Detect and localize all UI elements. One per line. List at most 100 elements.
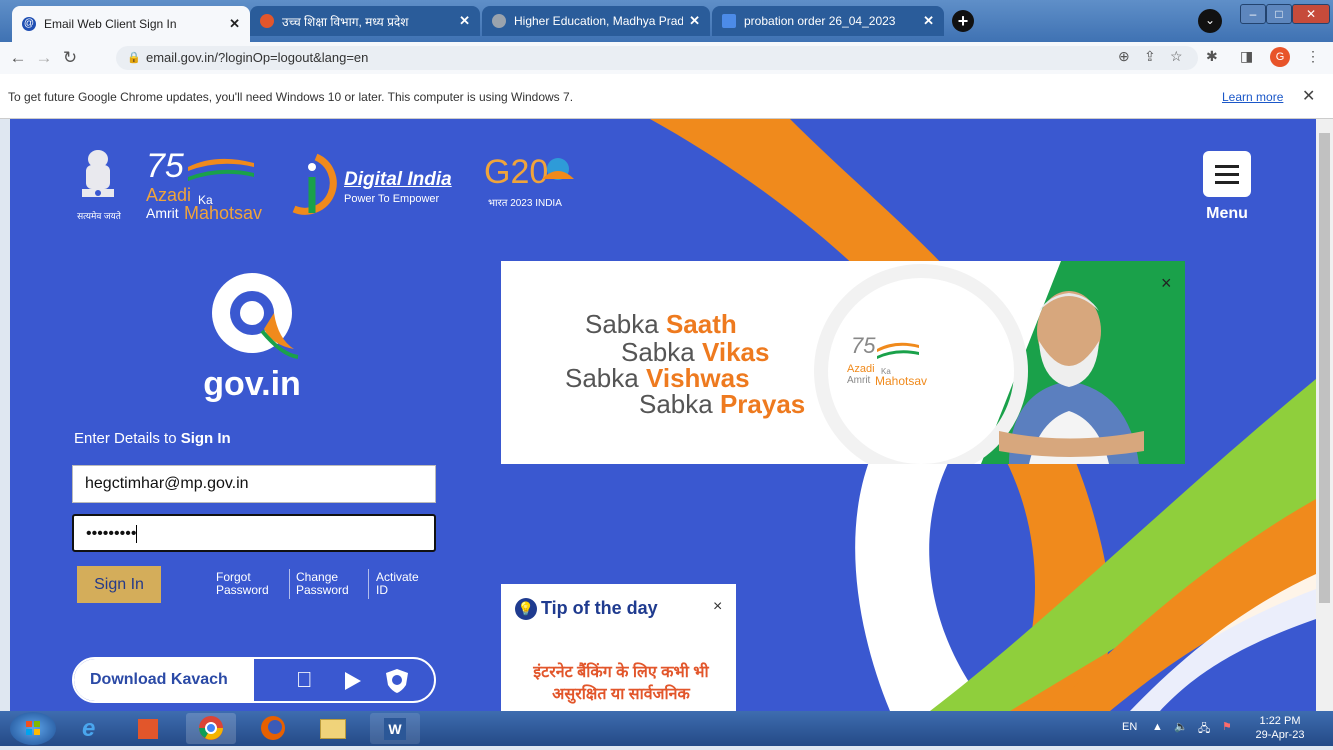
download-kavach-label[interactable]: Download Kavach <box>74 659 254 701</box>
language-indicator[interactable]: EN <box>1122 721 1137 733</box>
mahotsav-text: Mahotsav <box>875 374 928 388</box>
tab-email-web-client[interactable]: @ Email Web Client Sign In ✕ <box>12 6 250 42</box>
close-window-button[interactable]: ✕ <box>1292 4 1330 24</box>
kavach-shield-icon[interactable] <box>384 667 410 695</box>
zoom-icon[interactable]: ⊕ <box>1118 48 1130 65</box>
globe-icon <box>492 14 506 28</box>
close-tab-icon[interactable]: ✕ <box>229 16 240 32</box>
profile-avatar[interactable]: G <box>1270 47 1290 67</box>
word-taskbar-button[interactable]: W <box>370 713 420 744</box>
at-sign-icon: @ <box>22 17 36 31</box>
activate-id-link[interactable]: Activate ID <box>376 571 419 597</box>
page-scrollbar[interactable] <box>1316 119 1333 711</box>
banner-azadi-logo: 75 Azadi Ka Amrit Mahotsav <box>847 333 957 395</box>
apple-icon[interactable]:  <box>296 667 313 693</box>
amrit-text: Amrit <box>146 205 179 221</box>
close-tab-icon[interactable]: ✕ <box>689 13 700 29</box>
bookmark-star-icon[interactable]: ☆ <box>1170 48 1183 65</box>
firefox-taskbar-button[interactable] <box>248 713 298 744</box>
sign-in-heading: Enter Details to Sign In <box>74 430 231 447</box>
chrome-update-infobar: To get future Google Chrome updates, you… <box>0 74 1333 119</box>
digital-india-swirl-icon <box>292 153 337 215</box>
slogan-line-1: Sabka Saath <box>585 309 737 340</box>
menu-button[interactable] <box>1203 151 1251 197</box>
tab-probation-order[interactable]: probation order 26_04_2023 ✕ <box>712 6 944 36</box>
tip-body: इंटरनेट बैंकिंग के लिए कभी भी असुरक्षित … <box>533 664 709 703</box>
office-icon <box>138 719 158 739</box>
new-tab-button[interactable]: + <box>952 10 974 32</box>
banner-close-icon[interactable]: × <box>1161 273 1172 294</box>
windows-taskbar: e W EN ▲ 🔈 🖧 ⚑ 1:22 PM 29-Apr-23 <box>0 711 1333 746</box>
forward-button[interactable]: → <box>34 48 54 68</box>
play-store-icon[interactable] <box>342 670 364 692</box>
tab-uchch-shiksha[interactable]: उच्च शिक्षा विभाग, मध्य प्रदेश ✕ <box>250 6 480 36</box>
change-password-link[interactable]: Change Password <box>296 571 349 597</box>
internet-explorer-taskbar-button[interactable]: e <box>70 713 120 744</box>
tab-title: Higher Education, Madhya Prade <box>514 14 684 28</box>
browser-tab-strip: @ Email Web Client Sign In ✕ उच्च शिक्षा… <box>0 0 1333 42</box>
azadi-75: 75 <box>146 147 184 185</box>
tricolor-flag-icon <box>188 158 254 181</box>
sign-in-button[interactable]: Sign In <box>77 566 161 603</box>
hamburger-icon-line <box>1215 181 1239 184</box>
side-panel-icon[interactable]: ◨ <box>1240 48 1253 65</box>
sign-in-heading-prefix: Enter Details to <box>74 430 177 447</box>
g20-caption: भारत 2023 INDIA <box>488 198 562 209</box>
digital-india-logo: Digital India Power To Empower <box>286 153 466 223</box>
link-divider <box>289 569 290 599</box>
tip-close-icon[interactable]: × <box>713 598 722 616</box>
tab-higher-education[interactable]: Higher Education, Madhya Prade ✕ <box>482 6 710 36</box>
digital-india-tagline: Power To Empower <box>344 193 440 205</box>
azadi-75-small: 75 <box>851 333 876 358</box>
tab-title: Email Web Client Sign In <box>44 17 177 31</box>
action-center-flag-icon[interactable]: ⚑ <box>1222 720 1232 733</box>
show-hidden-icons-icon[interactable]: ▲ <box>1152 721 1163 733</box>
site-favicon-icon <box>260 14 274 28</box>
kebab-menu-icon[interactable]: ⋮ <box>1306 48 1320 65</box>
volume-icon[interactable]: 🔈 <box>1174 720 1188 733</box>
close-tab-icon[interactable]: ✕ <box>459 13 470 29</box>
tab-search-button[interactable]: ⌄ <box>1198 9 1222 33</box>
activate-id-line2: ID <box>376 583 388 597</box>
password-field[interactable]: ••••••••• <box>72 514 436 552</box>
sign-in-heading-bold: Sign In <box>180 430 231 447</box>
web-page: सत्यमेव जयते 75 Azadi Ka Amrit Mahotsav … <box>10 119 1316 711</box>
lightbulb-icon: 💡 <box>515 598 537 620</box>
close-infobar-icon[interactable]: ✕ <box>1302 86 1315 106</box>
chrome-taskbar-button[interactable] <box>186 713 236 744</box>
learn-more-link[interactable]: Learn more <box>1222 90 1283 104</box>
word-icon: W <box>384 718 406 740</box>
amrit-text: Amrit <box>847 375 871 386</box>
network-icon[interactable]: 🖧 <box>1198 720 1210 739</box>
url-text: email.gov.in/?loginOp=logout&lang=en <box>146 50 369 65</box>
extensions-icon[interactable]: ✱ <box>1206 48 1218 65</box>
maximize-window-button[interactable]: □ <box>1266 4 1292 24</box>
start-button[interactable] <box>10 712 56 745</box>
scrollbar-thumb[interactable] <box>1319 133 1330 603</box>
portrait-image <box>999 291 1144 464</box>
link-divider <box>368 569 369 599</box>
forgot-password-link[interactable]: Forgot Password <box>216 571 269 597</box>
clock-date: 29-Apr-23 <box>1255 729 1305 741</box>
tab-title: probation order 26_04_2023 <box>744 14 896 28</box>
minimize-window-button[interactable]: – <box>1240 4 1266 24</box>
address-bar[interactable]: 🔒 email.gov.in/?loginOp=logout&lang=en <box>116 46 1198 70</box>
download-kavach-bar: Download Kavach  <box>72 657 436 703</box>
close-tab-icon[interactable]: ✕ <box>923 13 934 29</box>
office-taskbar-button[interactable] <box>124 713 174 744</box>
firefox-icon <box>261 716 285 740</box>
digital-india-title: Digital India <box>344 169 452 190</box>
email-field[interactable]: hegctimhar@mp.gov.in <box>72 465 436 503</box>
reload-button[interactable]: ↻ <box>60 48 80 68</box>
text-caret <box>136 524 138 543</box>
chrome-icon <box>199 716 223 740</box>
clock[interactable]: 1:22 PM 29-Apr-23 <box>1250 714 1310 742</box>
slogan-bold: Prayas <box>719 389 806 419</box>
share-icon[interactable]: ⇪ <box>1144 48 1156 65</box>
file-explorer-taskbar-button[interactable] <box>308 713 358 744</box>
slogan-plain: Sabka <box>639 389 713 419</box>
promo-banner: Sabka Saath Sabka Vikas Sabka Vishwas Sa… <box>501 261 1185 464</box>
back-button[interactable]: ← <box>8 48 28 68</box>
browser-toolbar: ← → ↻ 🔒 email.gov.in/?loginOp=logout&lan… <box>0 42 1333 74</box>
at-sign-logo-icon <box>212 273 299 359</box>
